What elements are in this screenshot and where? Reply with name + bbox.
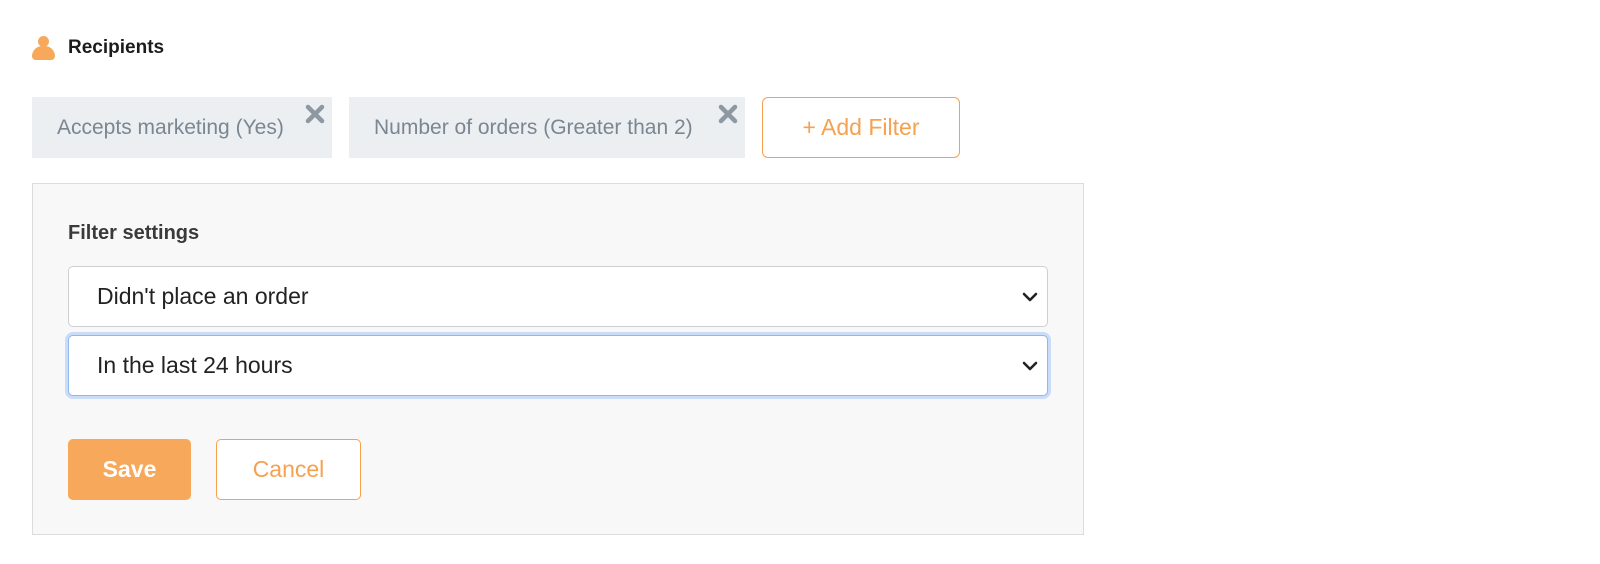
recipients-filter-page: Recipients Accepts marketing (Yes) Numbe… (0, 0, 1600, 564)
section-title: Recipients (68, 37, 165, 58)
order-condition-select[interactable]: Didn't place an order (68, 266, 1048, 327)
close-icon[interactable] (717, 103, 739, 125)
time-range-select[interactable]: In the last 24 hours (68, 335, 1048, 396)
save-button[interactable]: Save (68, 439, 191, 500)
person-icon (32, 34, 55, 62)
filter-chip-list: Accepts marketing (Yes) Number of orders… (32, 97, 960, 158)
add-filter-button[interactable]: + Add Filter (762, 97, 960, 158)
select-value: Didn't place an order (97, 283, 309, 309)
filter-chip-label: Number of orders (Greater than 2) (374, 115, 693, 139)
filter-chip-number-of-orders: Number of orders (Greater than 2) (349, 97, 745, 158)
panel-title: Filter settings (68, 222, 200, 244)
cancel-button[interactable]: Cancel (216, 439, 361, 500)
close-icon[interactable] (304, 103, 326, 125)
filter-chip-accepts-marketing: Accepts marketing (Yes) (32, 97, 332, 158)
select-value: In the last 24 hours (97, 352, 293, 378)
filter-chip-label: Accepts marketing (Yes) (57, 115, 284, 139)
chevron-down-icon (1021, 288, 1039, 306)
recipients-header: Recipients (32, 32, 164, 64)
chevron-down-icon (1021, 357, 1039, 375)
filter-settings-panel: Filter settings Didn't place an order In… (32, 183, 1084, 535)
